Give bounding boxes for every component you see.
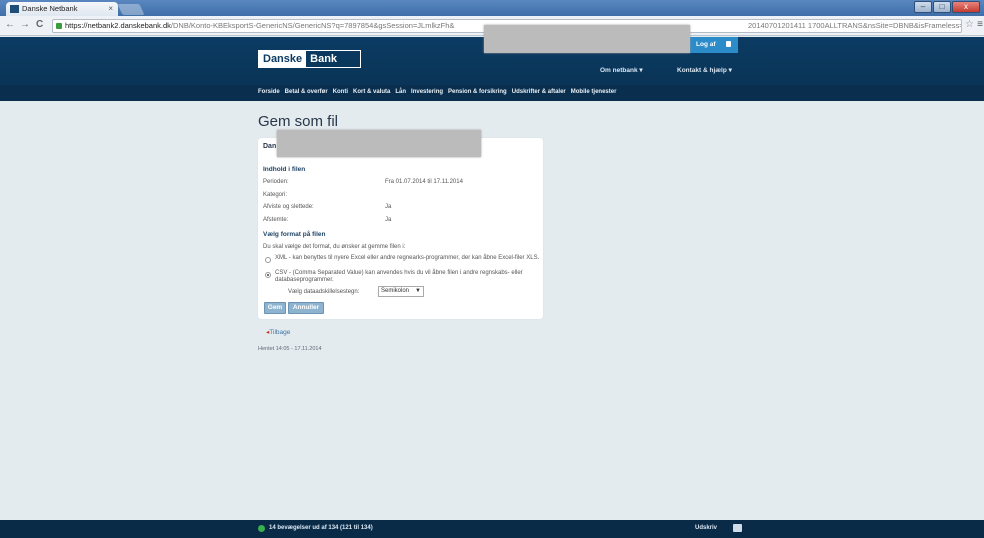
print-link[interactable]: Udskriv bbox=[695, 525, 717, 531]
tab-close-icon[interactable]: × bbox=[108, 4, 113, 13]
lock-icon bbox=[56, 23, 62, 29]
category-label: Kategori: bbox=[263, 192, 288, 198]
reconciled-label: Afstemte: bbox=[263, 217, 289, 223]
reload-icon[interactable]: C bbox=[36, 19, 43, 30]
maximize-button[interactable]: □ bbox=[933, 1, 951, 13]
menu-om-netbank[interactable]: Om netbank ▾ bbox=[600, 66, 643, 74]
period-label: Perioden: bbox=[263, 179, 289, 185]
nav-item-investering[interactable]: Investering bbox=[411, 89, 443, 95]
nav-item-mobile[interactable]: Mobile tjenester bbox=[571, 89, 617, 95]
back-link-label: Tilbage bbox=[269, 329, 291, 336]
url-host: https://netbank2.danskebank.dk bbox=[65, 21, 171, 30]
cancel-button[interactable]: Annuller bbox=[288, 302, 324, 314]
status-indicator-icon bbox=[258, 525, 265, 532]
browser-tab-bar: Danske Netbank × – □ x bbox=[0, 0, 984, 16]
nav-item-betal[interactable]: Betal & overfør bbox=[285, 89, 328, 95]
logo-text-danske: Danske bbox=[259, 51, 307, 67]
lock-icon bbox=[726, 41, 731, 47]
browser-tab[interactable]: Danske Netbank × bbox=[6, 2, 118, 16]
nav-item-pension[interactable]: Pension & forsikring bbox=[448, 89, 507, 95]
nav-item-udskrifter[interactable]: Udskrifter & aftaler bbox=[512, 89, 566, 95]
transaction-count-status: 14 bevægelser ud af 134 (121 til 134) bbox=[269, 525, 373, 531]
option-csv-label: CSV - (Comma Separated Value) kan anvend… bbox=[275, 270, 523, 283]
reconciled-value: Ja bbox=[385, 217, 392, 223]
printer-icon[interactable] bbox=[733, 524, 742, 532]
nav-item-laan[interactable]: Lån bbox=[395, 89, 406, 95]
separator-value: Semikolon bbox=[381, 288, 410, 294]
rejected-value: Ja bbox=[385, 204, 392, 210]
close-window-button[interactable]: x bbox=[952, 1, 980, 13]
save-button[interactable]: Gem bbox=[264, 302, 286, 314]
card-heading: Dan bbox=[263, 143, 277, 150]
radio-csv[interactable] bbox=[265, 272, 271, 278]
danske-bank-logo[interactable]: Danske Bank bbox=[258, 50, 361, 68]
nav-item-forside[interactable]: Forside bbox=[258, 89, 280, 95]
status-footer: 14 bevægelser ud af 134 (121 til 134) Ud… bbox=[0, 520, 984, 538]
timestamp: Hentet 14:05 - 17.11.2014 bbox=[258, 346, 322, 352]
window-controls: – □ x bbox=[913, 1, 980, 13]
forward-arrow-icon[interactable]: → bbox=[20, 19, 30, 30]
option-xml-label: XML - kan benyttes til nyere Excel eller… bbox=[275, 255, 540, 261]
main-navigation: Forside Betal & overfør Konti Kort & val… bbox=[0, 85, 984, 101]
nav-item-kort[interactable]: Kort & valuta bbox=[353, 89, 390, 95]
back-arrow-icon[interactable]: ← bbox=[5, 19, 15, 30]
section-content-heading: Indhold i filen bbox=[263, 166, 306, 173]
format-instruction: Du skal vælge det format, du ønsker at g… bbox=[263, 244, 406, 250]
logoff-button[interactable]: Log af bbox=[690, 37, 738, 53]
redaction-box bbox=[277, 130, 481, 157]
new-tab-button[interactable] bbox=[117, 4, 145, 15]
redaction-box bbox=[484, 25, 690, 53]
page-title: Gem som fil bbox=[258, 113, 339, 130]
browser-menu-icon[interactable]: ≡ bbox=[977, 19, 983, 30]
bookmark-star-icon[interactable]: ☆ bbox=[965, 19, 974, 30]
logo-text-bank: Bank bbox=[310, 53, 338, 65]
url-path: /DNB/Konto-KBEksportS-GenericNS/GenericN… bbox=[170, 21, 455, 30]
separator-label: Vælg dataadskillelsestegn: bbox=[288, 289, 360, 295]
chevron-down-icon: ▼ bbox=[415, 288, 421, 294]
url-tail: 20140701201411 1700ALLTRANS&nsSite=DBNB&… bbox=[748, 21, 962, 30]
menu-kontakt-hjaelp[interactable]: Kontakt & hjælp ▾ bbox=[677, 66, 732, 74]
nav-item-konti[interactable]: Konti bbox=[333, 89, 348, 95]
tab-title: Danske Netbank bbox=[22, 4, 78, 13]
section-format-heading: Vælg format på filen bbox=[263, 231, 326, 238]
export-form-card: Dan Indhold i filen Perioden: Fra 01.07.… bbox=[258, 138, 543, 319]
favicon-icon bbox=[10, 5, 19, 13]
rejected-label: Afviste og slettede: bbox=[263, 204, 314, 210]
radio-xml[interactable] bbox=[265, 257, 271, 263]
back-link[interactable]: ◂Tilbage bbox=[266, 328, 290, 336]
minimize-button[interactable]: – bbox=[914, 1, 932, 13]
separator-select[interactable]: Semikolon ▼ bbox=[378, 286, 424, 297]
logoff-label: Log af bbox=[696, 41, 716, 48]
period-value: Fra 01.07.2014 til 17.11.2014 bbox=[385, 179, 463, 185]
